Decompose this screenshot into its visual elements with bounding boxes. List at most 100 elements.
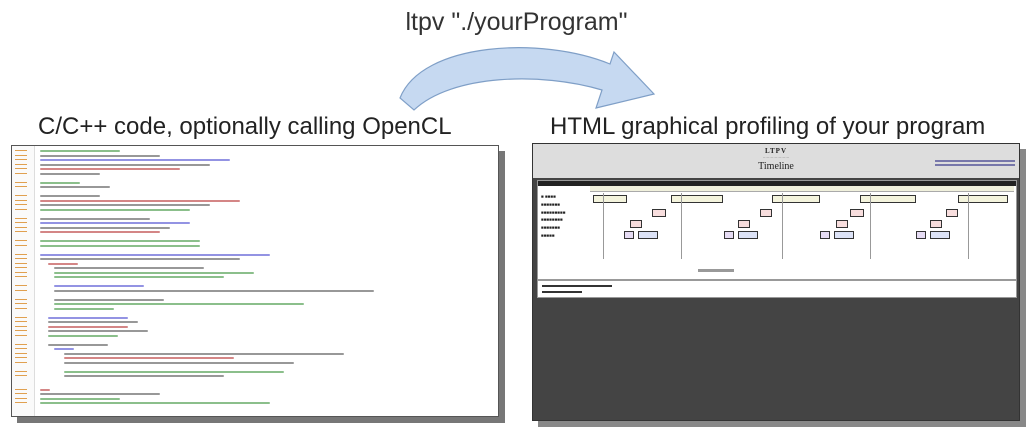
timeline-event-bar[interactable] [652,209,666,217]
line-number [15,289,27,291]
timeline-event-bar[interactable] [820,231,830,239]
line-number [15,163,27,165]
line-number [15,253,27,255]
line-number [15,195,27,197]
code-line [64,370,284,373]
code-line [40,154,160,157]
line-number [15,352,27,354]
line-number [15,357,27,359]
row-label: ■■■■■ [541,233,555,238]
timeline-event-bar[interactable] [930,220,942,228]
timeline-gridline [968,193,969,259]
code-line [54,303,304,305]
code-line [40,388,50,391]
code-line [40,163,210,166]
line-number [15,258,27,260]
line-number [15,397,27,399]
timeline-gridline [870,193,871,259]
code-line [48,330,148,332]
timeline-event-bar[interactable] [630,220,642,228]
code-line [40,150,120,152]
line-number [15,154,27,156]
row-label: ■■■■■■■■■ [541,210,566,215]
code-line [40,181,80,184]
code-line [40,226,170,229]
code-line [40,199,240,202]
line-number [15,168,27,170]
code-line [54,307,114,310]
timeline-event-bar[interactable] [772,195,820,203]
line-number [15,316,27,318]
code-line [54,267,204,269]
code-line [64,361,294,364]
code-line [40,204,210,206]
line-number [15,181,27,183]
code-line [48,334,118,337]
timeline-gridline [681,193,682,259]
profiler-footer [537,280,1017,298]
timeline-event-bar[interactable] [593,195,627,203]
code-line [40,172,100,175]
code-screenshot [11,145,499,417]
line-number [15,276,27,278]
line-number [15,208,27,210]
line-number [15,393,27,395]
timeline-ruler [590,186,1014,192]
code-line [40,159,230,161]
code-line [54,298,164,301]
timeline-event-bar[interactable] [930,231,950,239]
timeline-event-bar[interactable] [724,231,734,239]
line-number [15,388,27,390]
timeline-event-bar[interactable] [624,231,634,239]
line-number [15,244,27,246]
left-label: C/C++ code, optionally calling OpenCL [38,113,452,140]
row-label: ■ ■■■■ [541,194,556,199]
timeline-event-bar[interactable] [760,209,772,217]
line-number [15,303,27,305]
line-number [15,159,27,161]
info-line [935,160,1015,162]
timeline-event-bar[interactable] [946,209,958,217]
footer-line [542,285,612,287]
code-line [40,244,200,247]
line-number [15,172,27,174]
timeline-event-bar[interactable] [860,195,916,203]
row-label: ■■■■■■■ [541,225,561,230]
code-line [48,321,138,323]
code-line [48,262,78,265]
line-number [15,222,27,224]
line-number [15,231,27,233]
code-line [40,397,120,400]
horizontal-scrollbar[interactable] [698,269,734,272]
timeline-event-bar[interactable] [850,209,864,217]
ltpv-command: ltpv "./yourProgram" [405,8,628,36]
code-line [40,253,270,256]
line-number [15,217,27,219]
timeline-gridline [603,193,604,259]
line-number [15,285,27,287]
line-number [15,370,27,372]
code-line [54,276,224,278]
timeline-event-bar[interactable] [738,231,758,239]
timeline-event-bar[interactable] [916,231,926,239]
line-number-gutter [12,146,35,416]
code-line [40,208,190,211]
code-line [64,352,344,355]
timeline-event-bar[interactable] [738,220,750,228]
timeline-event-bar[interactable] [671,195,723,203]
timeline-event-bar[interactable] [638,231,658,239]
profiler-title: Timeline [758,161,794,172]
timeline-gridline [782,193,783,259]
line-number [15,330,27,332]
code-line [64,357,234,359]
timeline-event-bar[interactable] [836,220,848,228]
curved-arrow [399,47,656,111]
row-label: ■■■■■■■■ [541,217,563,222]
code-line [40,168,180,170]
code-line [48,316,128,319]
line-number [15,298,27,300]
timeline-event-bar[interactable] [834,231,854,239]
info-line [935,164,1015,166]
timeline-event-bar[interactable] [958,195,1008,203]
code-line [54,348,74,350]
